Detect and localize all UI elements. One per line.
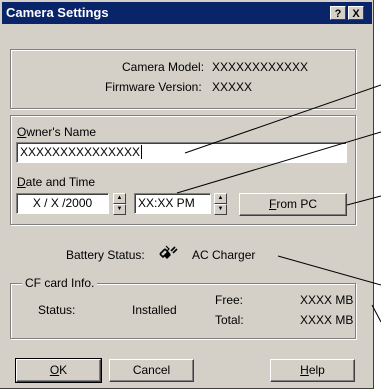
callout-date-time: [176, 131, 381, 194]
callout-battery: [277, 255, 381, 286]
callout-lines: [176, 84, 381, 323]
callout-owner-name: [184, 84, 381, 154]
callout-cf-card: [371, 304, 381, 323]
callout-from-pc: [346, 195, 381, 206]
